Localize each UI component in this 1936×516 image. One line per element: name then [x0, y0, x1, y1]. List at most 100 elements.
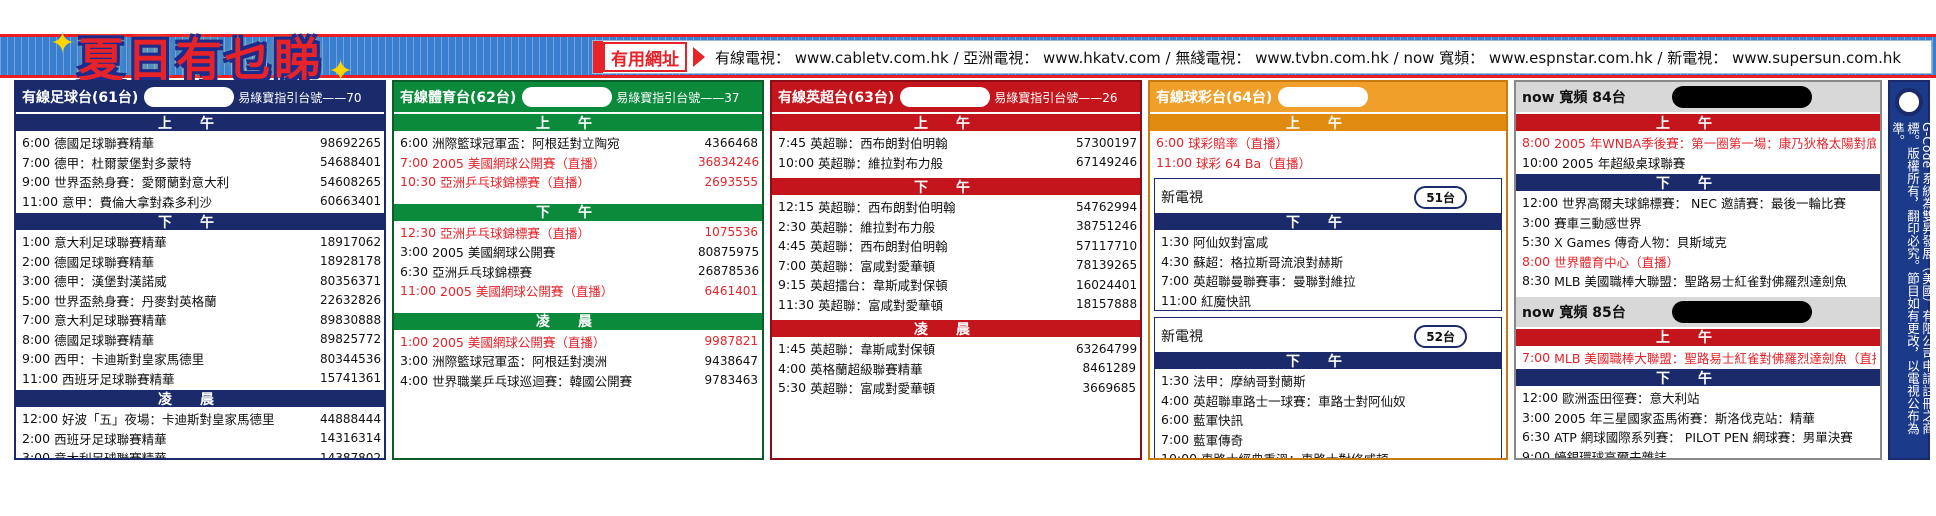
- program-title: 世界盃熱身賽：愛爾蘭對意大利: [54, 175, 230, 191]
- program-time: 8:30: [1522, 273, 1551, 289]
- program-title: 世界職業乒乓球巡迴賽：韓國公開賽: [432, 373, 633, 389]
- program-time: 11:30: [778, 296, 815, 312]
- program-row: 1:00 意大利足球聯賽精華 18917062: [16, 232, 384, 252]
- program-title: 亞洲乒乓球錦標賽（直播）: [440, 225, 591, 241]
- program-row: 6:00 洲際籃球冠軍盃：阿根廷對立陶宛 4366468: [394, 133, 762, 153]
- program-row: 4:00 英格蘭超級聯賽精華 8461289: [772, 359, 1140, 379]
- program-code: 89825772: [320, 332, 382, 347]
- channel-name: now 寬頻 84台: [1522, 90, 1626, 106]
- program-title: 英超聯曼聯賽事：曼聯對維拉: [1193, 274, 1356, 290]
- band-afternoon: 下午: [394, 203, 762, 221]
- program-row: 5:00 世界盃熱身賽：丹麥對英格蘭 22632826: [16, 291, 384, 311]
- program-title: 阿仙奴對富咸: [1193, 235, 1269, 251]
- program-time: 7:00: [400, 154, 429, 170]
- star-icon: ✦: [50, 26, 76, 61]
- program-time: 7:00: [22, 312, 51, 328]
- afternoon-list: 12:00 世界高爾夫球錦標賽： NEC 邀請賽：最後一輪比賽 3:00 賽車三動感世…: [1516, 193, 1880, 291]
- program-title: 法甲：摩納哥對蘭斯: [1193, 374, 1306, 390]
- program-title: 亞洲乒乓球錦標賽（直播）: [440, 175, 591, 191]
- program-time: 1:30: [1161, 373, 1190, 389]
- guide-number: 易綠寶指引台號——26: [994, 90, 1118, 105]
- program-title: MLB 美國職棒大聯盟：聖路易士紅雀對佛羅烈達劍魚: [1554, 274, 1847, 290]
- program-code: 4366468: [704, 135, 758, 150]
- program-row: 4:00 英超聯車路士一球賽：車路士對阿仙奴: [1155, 391, 1501, 411]
- band-afternoon: 下午: [16, 213, 384, 231]
- program-code: 36834246: [698, 155, 760, 170]
- program-row: 12:00 世界高爾夫球錦標賽： NEC 邀請賽：最後一輪比賽: [1516, 193, 1880, 213]
- program-time: 3:00: [22, 450, 51, 460]
- program-row: 3:00 意大利足球聯賽精華 14387802: [16, 448, 384, 460]
- program-code: 60663401: [320, 194, 382, 209]
- program-time: 12:30: [400, 224, 437, 240]
- program-title: MLB 美國職棒大聯盟：聖路易士紅雀對佛羅烈達劍魚（直播）: [1554, 350, 1876, 366]
- program-time: 1:00: [400, 333, 429, 349]
- program-row: 3:00 2005 美國網球公開賽 80875975: [394, 242, 762, 262]
- program-time: 8:00: [1522, 253, 1551, 269]
- football-channel-column: 有線足球台(61台) 易綠寶指引台號——70 上午 6:00 德國足球聯賽精華 98…: [14, 80, 386, 460]
- url-list[interactable]: 有線電視： www.cabletv.com.hk / 亞洲電視： www.hka…: [715, 47, 1901, 68]
- sub-channel-name: 新電視: [1161, 190, 1203, 206]
- band-morning: 上午: [1516, 114, 1880, 132]
- circle-icon: [1895, 88, 1923, 116]
- program-time: 10:30: [400, 174, 437, 190]
- tv-schedule-page: ✦ ✦ 夏日有乜睇 有用網址 有線電視： www.cabletv.com.hk …: [0, 0, 1936, 516]
- program-title: X Games 傳奇人物：貝斯域克: [1554, 235, 1727, 251]
- program-row: 1:00 2005 美國網球公開賽（直播） 9987821: [394, 332, 762, 352]
- night-list: 1:45 英超聯：韋斯咸對保頓 63264799 4:00 英格蘭超級聯賽精華 84612…: [772, 339, 1140, 398]
- program-title: 西班牙足球聯賽精華: [54, 431, 167, 447]
- afternoon-list: 1:30 法甲：摩納哥對蘭斯 4:00 英超聯車路士一球賽：車路士對阿仙奴 6:00 藍軍…: [1155, 371, 1501, 460]
- program-row: 2:30 英超聯：維拉對布力般 38751246: [772, 217, 1140, 237]
- band-afternoon: 下午: [1516, 369, 1880, 387]
- program-row: 7:00 德甲：杜爾蒙堡對多蒙特 54688401: [16, 153, 384, 173]
- channel-logo-block: [1671, 86, 1812, 108]
- channel-pill: [522, 87, 613, 107]
- program-code: 9783463: [704, 373, 758, 388]
- program-row: 12:00 好波「五」夜場：卡迪斯對皇家馬德里 44888444: [16, 409, 384, 429]
- program-row: 8:00 德國足球聯賽精華 89825772: [16, 330, 384, 350]
- program-row: 8:002005 年WNBA季後賽：第一圈第一場：康乃狄格太陽對底特律震動（直播…: [1516, 133, 1880, 153]
- program-time: 3:00: [400, 244, 429, 260]
- band-night: 凌晨: [772, 320, 1140, 338]
- program-row: 11:30 英超聯：富咸對愛華頓 18157888: [772, 295, 1140, 315]
- program-title: 英超聯：西布朗對伯明翰: [810, 136, 948, 152]
- program-title: ATP 網球國際系列賽： PILOT PEN 網球賽：男單決賽: [1554, 430, 1853, 446]
- program-row: 10:00 英超聯：維拉對布力般 67149246: [772, 153, 1140, 173]
- tag-accent: [593, 41, 603, 73]
- program-row: 9:00 西甲：卡迪斯對皇家馬德里 80344536: [16, 349, 384, 369]
- program-row: 3:00 洲際籃球冠軍盃：阿根廷對澳洲 9438647: [394, 351, 762, 371]
- program-row: 1:30 法甲：摩納哥對蘭斯: [1155, 371, 1501, 391]
- program-row: 6:00 藍軍快訊: [1155, 410, 1501, 430]
- program-time: 9:00: [1522, 448, 1551, 460]
- sub-header: 新電視 52台: [1155, 322, 1501, 350]
- band-morning: 上午: [772, 114, 1140, 132]
- program-title: 德國足球聯賽精華: [54, 332, 155, 348]
- program-time: 11:00: [1156, 154, 1193, 170]
- program-code: 98692265: [320, 135, 382, 150]
- program-title: 蠔銀環球高爾夫雜誌: [1554, 449, 1667, 460]
- program-code: 18917062: [320, 234, 382, 249]
- program-title: 英超聯：西布朗對伯明翰: [810, 239, 948, 255]
- program-row: 10:00 2005 年超級桌球聯賽: [1516, 153, 1880, 173]
- morning-list: 7:00 MLB 美國職棒大聯盟：聖路易士紅雀對佛羅烈達劍魚（直播）: [1516, 348, 1880, 368]
- program-time: 1:30: [1161, 234, 1190, 250]
- program-code: 8461289: [1082, 361, 1136, 376]
- program-title: 洲際籃球冠軍盃：阿根廷對立陶宛: [432, 136, 620, 152]
- program-row: 11:00 球彩 64 Ba（直播）: [1150, 153, 1506, 173]
- program-title: 英超聯：富咸對愛華頓: [810, 381, 936, 397]
- program-time: 8:00: [22, 331, 51, 347]
- program-time: 4:45: [778, 238, 807, 254]
- program-code: 16024401: [1076, 277, 1138, 292]
- program-row: 7:00 藍軍傳奇: [1155, 430, 1501, 450]
- program-time: 10:00: [1161, 451, 1198, 460]
- program-code: 78139265: [1076, 258, 1138, 273]
- guide-number: 易綠寶指引台號——70: [238, 90, 362, 105]
- program-row: 7:00 2005 美國網球公開賽（直播） 36834246: [394, 153, 762, 173]
- program-time: 7:00: [1522, 349, 1551, 365]
- afternoon-list: 12:15 英超聯：西布朗對伯明翰 54762994 2:30 英超聯：維拉對布力般 38…: [772, 197, 1140, 314]
- program-time: 11:00: [400, 283, 437, 299]
- program-time: 5:30: [778, 380, 807, 396]
- program-row: 2:00 西班牙足球聯賽精華 14316314: [16, 429, 384, 449]
- program-code: 54762994: [1076, 199, 1138, 214]
- program-title: 藍軍快訊: [1193, 413, 1244, 429]
- program-row: 7:00 英超聯：富咸對愛華頓 78139265: [772, 256, 1140, 276]
